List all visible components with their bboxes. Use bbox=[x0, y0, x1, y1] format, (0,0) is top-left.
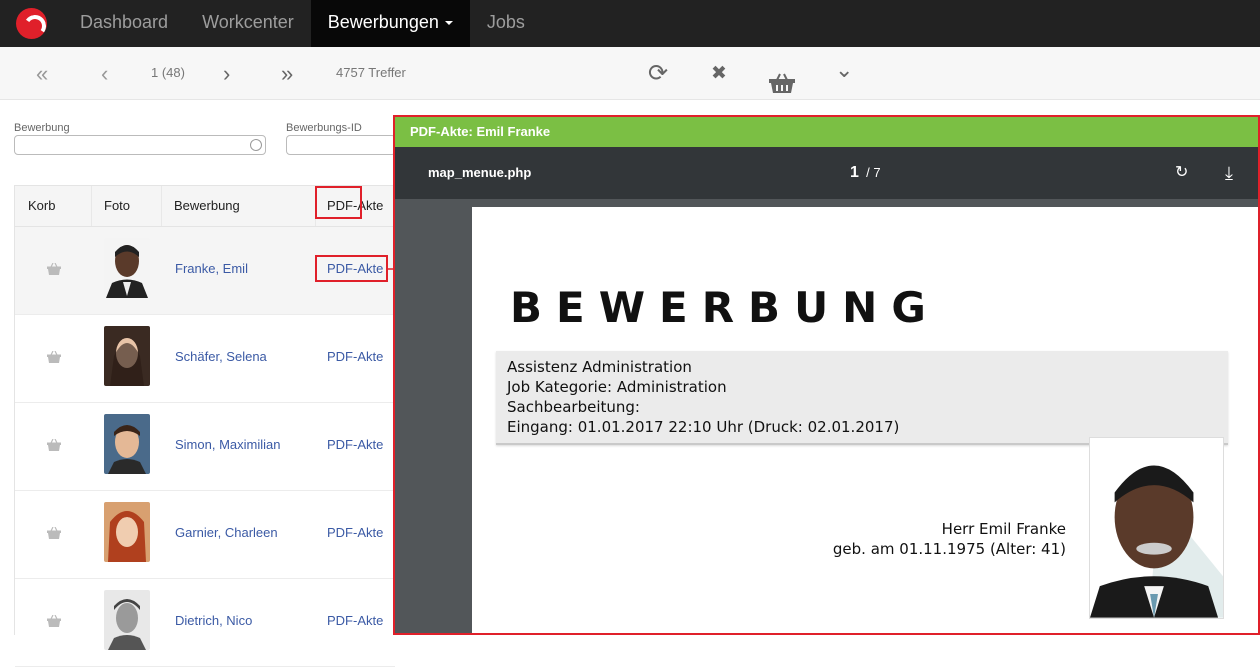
document-heading: BEWERBUNG bbox=[510, 283, 940, 332]
pdf-link[interactable]: PDF-Akte bbox=[327, 613, 383, 628]
first-page-icon[interactable]: « bbox=[36, 47, 48, 100]
pdf-viewer-title: PDF-Akte: Emil Franke bbox=[395, 117, 1258, 147]
pdf-filename: map_menue.php bbox=[428, 165, 532, 180]
job-title: Assistenz Administration bbox=[507, 358, 692, 376]
pdf-link[interactable]: PDF-Akte bbox=[327, 437, 383, 452]
prev-page-icon[interactable]: ‹ bbox=[101, 47, 108, 100]
next-page-icon[interactable]: › bbox=[223, 47, 230, 100]
download-icon[interactable]: ⤓ bbox=[1225, 147, 1233, 199]
last-page-icon[interactable]: » bbox=[281, 47, 293, 100]
applicant-photo[interactable] bbox=[104, 326, 150, 386]
table-row[interactable]: Simon, Maximilian PDF-Akte bbox=[15, 403, 395, 491]
applicant-details: Herr Emil Franke geb. am 01.11.1975 (Alt… bbox=[833, 519, 1066, 559]
refresh-icon[interactable]: ⟳ bbox=[648, 47, 668, 100]
applicant-photo[interactable] bbox=[104, 238, 150, 298]
pdf-page-current[interactable]: 1 bbox=[850, 164, 859, 181]
pdf-toolbar: map_menue.php 1 / 7 ↻ ⤓ bbox=[395, 147, 1258, 199]
page-info: 1 (48) bbox=[151, 65, 185, 80]
pdf-viewer: PDF-Akte: Emil Franke map_menue.php 1 / … bbox=[393, 115, 1260, 635]
applicant-name[interactable]: Schäfer, Selena bbox=[175, 349, 267, 364]
filter-bewerbungs-id-label: Bewerbungs-ID bbox=[286, 122, 362, 134]
applications-table: Korb Foto Bewerbung PDF-Akte Franke, Emi… bbox=[14, 185, 395, 667]
applicant-photo[interactable] bbox=[104, 414, 150, 474]
pdf-link[interactable]: PDF-Akte bbox=[327, 525, 383, 540]
basket-icon[interactable] bbox=[47, 439, 61, 451]
nav-workcenter[interactable]: Workcenter bbox=[185, 0, 311, 47]
th-foto[interactable]: Foto bbox=[104, 186, 130, 226]
pdf-link[interactable]: PDF-Akte bbox=[327, 349, 383, 364]
header-divider bbox=[161, 186, 162, 226]
pdf-page: BEWERBUNG Assistenz Administration Job K… bbox=[472, 207, 1258, 633]
hit-count: 4757 Treffer bbox=[336, 65, 406, 80]
app-logo[interactable] bbox=[16, 8, 47, 39]
basket-icon[interactable] bbox=[47, 615, 61, 627]
top-navbar: Dashboard Workcenter Bewerbungen Jobs bbox=[0, 0, 1260, 47]
highlight-pdf-header bbox=[315, 186, 362, 219]
th-korb[interactable]: Korb bbox=[28, 186, 55, 226]
applicant-name[interactable]: Franke, Emil bbox=[175, 261, 248, 276]
filter-bewerbungs-id-input[interactable] bbox=[286, 135, 396, 155]
applicant-name[interactable]: Simon, Maximilian bbox=[175, 437, 280, 452]
expand-icon[interactable]: ⌄ bbox=[835, 43, 853, 96]
applicant-name[interactable]: Dietrich, Nico bbox=[175, 613, 252, 628]
received-date: Eingang: 01.01.2017 22:10 Uhr (Druck: 02… bbox=[507, 418, 900, 436]
search-clear-icon[interactable] bbox=[250, 139, 262, 151]
toolbar: « ‹ 1 (48) › » 4757 Treffer ⟳ ✖ ⌄ bbox=[0, 47, 1260, 100]
pdf-page-indicator[interactable]: 1 / 7 bbox=[850, 147, 881, 199]
basket-icon[interactable] bbox=[768, 63, 796, 93]
rotate-icon[interactable]: ↻ bbox=[1175, 147, 1188, 199]
filter-bewerbung-input[interactable] bbox=[14, 135, 266, 155]
case-handler: Sachbearbeitung: bbox=[507, 398, 640, 416]
document-info-box: Assistenz Administration Job Kategorie: … bbox=[496, 351, 1228, 445]
job-category: Job Kategorie: Administration bbox=[507, 378, 727, 396]
pdf-page-total: / 7 bbox=[866, 165, 881, 180]
applicant-photo[interactable] bbox=[104, 590, 150, 650]
clear-icon[interactable]: ✖ bbox=[711, 47, 727, 100]
nav-bewerbungen-label: Bewerbungen bbox=[327, 12, 439, 32]
applicant-portrait bbox=[1089, 437, 1224, 619]
applicant-name[interactable]: Garnier, Charleen bbox=[175, 525, 278, 540]
header-divider bbox=[91, 186, 92, 226]
nav-bewerbungen[interactable]: Bewerbungen bbox=[310, 0, 470, 47]
basket-icon[interactable] bbox=[47, 263, 61, 275]
basket-icon[interactable] bbox=[47, 527, 61, 539]
th-bewerbung[interactable]: Bewerbung bbox=[174, 186, 240, 226]
table-row[interactable]: Dietrich, Nico PDF-Akte bbox=[15, 579, 395, 667]
nav-dashboard[interactable]: Dashboard bbox=[63, 0, 185, 47]
applicant-photo[interactable] bbox=[104, 502, 150, 562]
table-row[interactable]: Schäfer, Selena PDF-Akte bbox=[15, 315, 395, 403]
caret-down-icon bbox=[444, 21, 453, 26]
highlight-pdf-link bbox=[315, 255, 388, 282]
applicant-birthdate: geb. am 01.11.1975 (Alter: 41) bbox=[832, 540, 1066, 558]
table-row[interactable]: Garnier, Charleen PDF-Akte bbox=[15, 491, 395, 579]
nav-jobs[interactable]: Jobs bbox=[470, 0, 542, 47]
applicant-fullname: Herr Emil Franke bbox=[941, 520, 1066, 538]
basket-icon[interactable] bbox=[47, 351, 61, 363]
filter-bewerbung-label: Bewerbung bbox=[14, 122, 70, 134]
